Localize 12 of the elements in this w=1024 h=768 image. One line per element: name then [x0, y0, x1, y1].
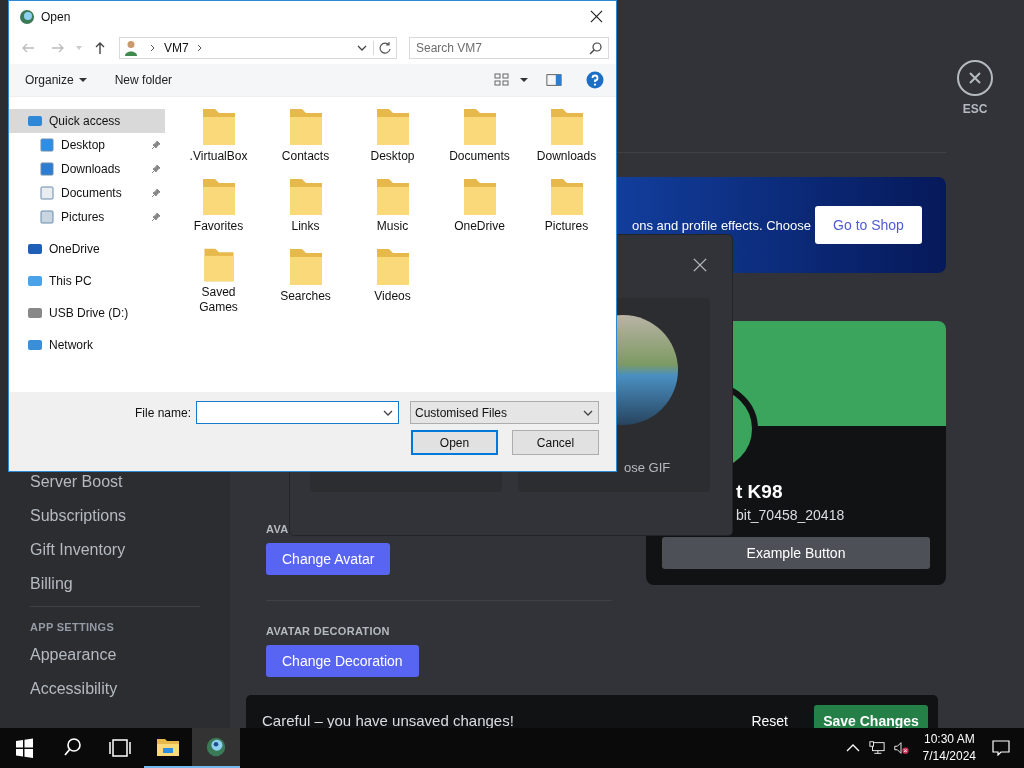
- choose-gif-label: ose GIF: [624, 460, 671, 475]
- username: bit_70458_20418: [736, 507, 845, 523]
- esc-label: ESC: [962, 102, 988, 116]
- banner-text: ons and profile effects. Choose: [632, 217, 811, 233]
- section-heading: AVA: [266, 523, 289, 535]
- window-title: Open: [41, 9, 72, 24]
- section-heading: APP SETTINGS: [30, 621, 116, 635]
- display-name: t K98: [736, 481, 783, 503]
- file-name-label: File name:: [134, 405, 191, 420]
- time: 10:30 AM: [923, 731, 975, 748]
- section-heading: AVATAR DECORATION: [266, 625, 390, 637]
- date: 7/14/2024: [922, 748, 976, 765]
